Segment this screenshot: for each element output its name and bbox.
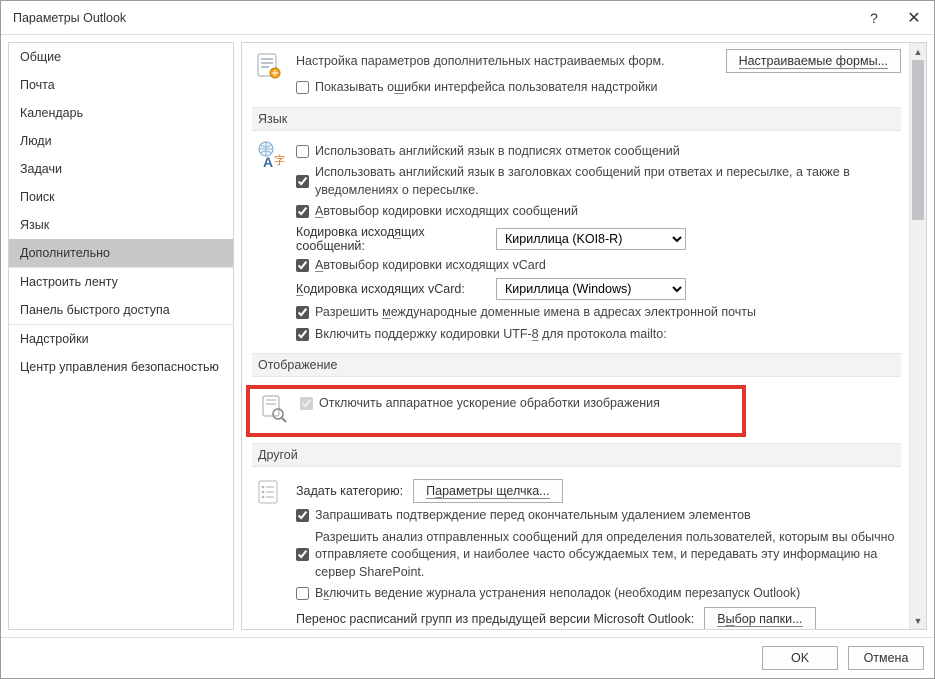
show-addin-errors-label: Показывать ошибки интерфейса пользовател… [315,79,658,97]
outgoing-encoding-label: Кодировка исходящих сообщений: [296,225,486,253]
english-signatures-label: Использовать английский язык в подписях … [315,143,680,161]
sidebar-item-tasks[interactable]: Задачи [9,155,233,183]
dialog-body: Общие Почта Календарь Люди Задачи Поиск … [1,35,934,637]
display-icon [256,391,290,425]
select-folder-button[interactable]: Выбор папки... [704,607,815,630]
other-section: Задать категорию: Параметры щелчка... За… [252,475,901,629]
utf8-mailto-checkbox[interactable] [296,328,309,341]
close-button[interactable]: ✕ [894,2,934,34]
analysis-checkbox[interactable] [296,548,309,561]
auto-encoding-label: Автовыбор кодировки исходящих сообщений [315,203,578,221]
english-headers-label: Использовать английский язык в заголовка… [315,164,901,199]
show-addin-errors-checkbox[interactable] [296,81,309,94]
disable-hw-accel-label: Отключить аппаратное ускорение обработки… [319,395,660,413]
dialog-footer: OK Отмена [1,637,934,678]
idn-checkbox[interactable] [296,306,309,319]
sidebar-item-qat[interactable]: Панель быстрого доступа [9,296,233,324]
custom-forms-button[interactable]: Настраиваемые формы... [726,49,901,73]
sidebar-item-customize-ribbon[interactable]: Настроить ленту [9,267,233,296]
ok-button[interactable]: OK [762,646,838,670]
vcard-encoding-combo[interactable]: Кириллица (Windows) [496,278,686,300]
titlebar: Параметры Outlook ? ✕ [1,1,934,35]
analysis-label: Разрешить анализ отправленных сообщений … [315,529,901,582]
help-button[interactable]: ? [854,2,894,34]
content-wrap: Настройка параметров дополнительных наст… [241,42,927,630]
svg-text:A: A [263,154,273,170]
other-section-header: Другой [252,443,901,467]
set-category-label: Задать категорию: [296,484,403,498]
outlook-options-dialog: Параметры Outlook ? ✕ Общие Почта Календ… [0,0,935,679]
scroll-down-button[interactable]: ▼ [910,612,926,629]
outgoing-encoding-combo[interactable]: Кириллица (KOI8-R) [496,228,686,250]
custom-forms-row: Настройка параметров дополнительных наст… [252,49,901,101]
auto-vcard-encoding-label: Автовыбор кодировки исходящих vCard [315,257,546,275]
window-title: Параметры Outlook [13,11,854,25]
disable-hw-accel-checkbox[interactable] [300,397,313,410]
language-section-header: Язык [252,107,901,131]
vcard-encoding-label: Кодировка исходящих vCard: [296,282,486,296]
logging-label: Включить ведение журнала устранения непо… [315,585,800,603]
english-signatures-checkbox[interactable] [296,145,309,158]
sidebar-item-people[interactable]: Люди [9,127,233,155]
forms-icon [252,49,286,83]
confirm-delete-label: Запрашивать подтверждение перед окончате… [315,507,751,525]
sidebar-item-advanced[interactable]: Дополнительно [9,239,233,267]
logging-checkbox[interactable] [296,587,309,600]
sidebar-item-calendar[interactable]: Календарь [9,99,233,127]
display-section-header: Отображение [252,353,901,377]
auto-encoding-checkbox[interactable] [296,205,309,218]
sidebar-item-general[interactable]: Общие [9,43,233,71]
sidebar-item-search[interactable]: Поиск [9,183,233,211]
display-highlight-box: Отключить аппаратное ускорение обработки… [246,385,746,437]
confirm-delete-checkbox[interactable] [296,509,309,522]
custom-forms-desc: Настройка параметров дополнительных наст… [296,54,665,68]
utf8-mailto-label: Включить поддержку кодировки UTF-8 для п… [315,326,667,344]
sidebar-item-trust-center[interactable]: Центр управления безопасностью [9,353,233,381]
migrate-label: Перенос расписаний групп из предыдущей в… [296,612,694,626]
click-params-button[interactable]: Параметры щелчка... [413,479,562,503]
idn-label: Разрешить международные доменные имена в… [315,304,756,322]
other-icon [252,475,286,509]
sidebar-item-addins[interactable]: Надстройки [9,324,233,353]
cancel-button[interactable]: Отмена [848,646,924,670]
auto-vcard-encoding-checkbox[interactable] [296,259,309,272]
content-scrollbar[interactable]: ▲ ▼ [909,43,926,629]
sidebar-item-language[interactable]: Язык [9,211,233,239]
scroll-thumb[interactable] [912,60,924,220]
scroll-up-button[interactable]: ▲ [910,43,926,60]
language-section: A 字 Использовать английский язык в подпи… [252,139,901,348]
sidebar-item-mail[interactable]: Почта [9,71,233,99]
category-sidebar: Общие Почта Календарь Люди Задачи Поиск … [8,42,234,630]
english-headers-checkbox[interactable] [296,175,309,188]
svg-text:字: 字 [274,153,285,167]
options-content: Настройка параметров дополнительных наст… [242,43,909,629]
language-icon: A 字 [252,139,286,173]
